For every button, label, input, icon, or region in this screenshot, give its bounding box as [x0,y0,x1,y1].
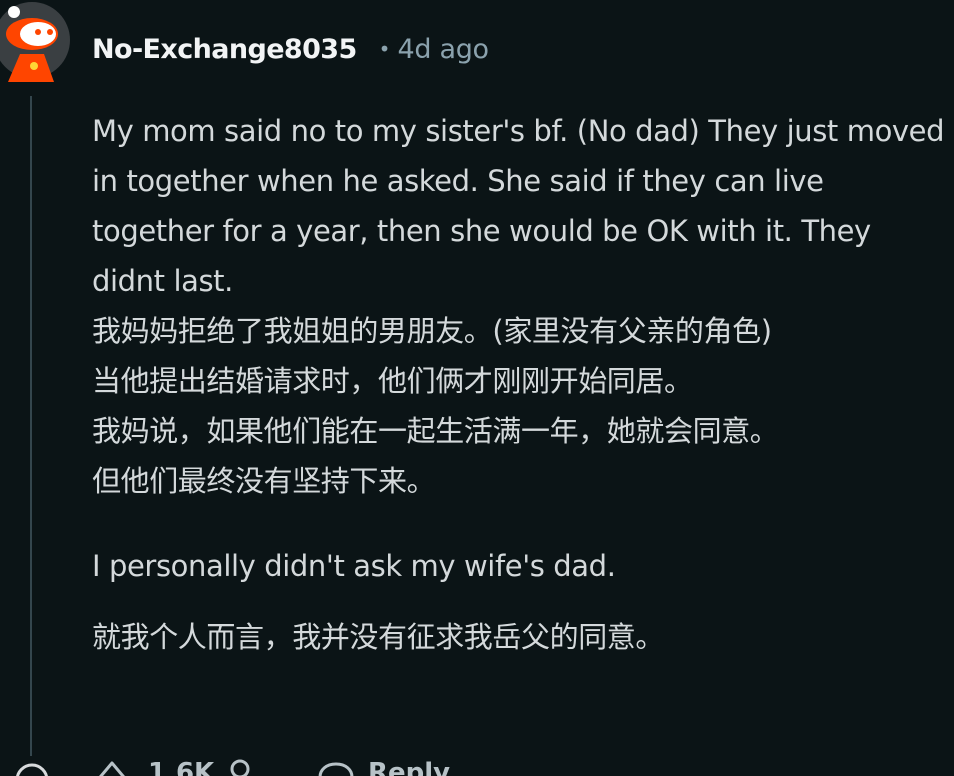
comment-paragraph: 当他提出结婚请求时，他们俩才刚刚开始同居。 [92,364,693,398]
thread-line[interactable] [30,96,32,756]
reply-bubble-icon[interactable] [316,760,356,776]
timestamp[interactable]: 4d ago [397,34,489,65]
username-link[interactable]: No-Exchange8035 [92,34,357,65]
comment-paragraph: I personally didn't ask my wife's dad. [92,549,616,583]
comment-body: My mom said no to my sister's bf. (No da… [92,106,947,662]
snoo-avatar-icon[interactable] [0,0,70,86]
comment: No-Exchange8035 • 4d ago My mom said no … [0,0,954,776]
comment-paragraph: 我妈说，如果他们能在一起生活满一年，她就会同意。 [92,414,779,448]
comment-paragraph: 就我个人而言，我并没有征求我岳父的同意。 [92,620,665,654]
comment-paragraph: 我妈妈拒绝了我姐姐的男朋友。(家里没有父亲的角色) [92,314,772,348]
upvote-arrow-icon[interactable] [92,760,132,776]
award-icon[interactable] [228,758,252,776]
meta-separator: • [378,37,391,61]
comment-paragraph: 但他们最终没有坚持下来。 [92,464,436,498]
comment-action-bar: 1.6K Reply [0,746,954,776]
vote-count: 1.6K [148,758,215,776]
reply-button[interactable]: Reply [368,758,450,776]
comment-paragraph: My mom said no to my sister's bf. (No da… [92,114,945,298]
collapse-circle-icon[interactable] [14,762,50,776]
comment-header: No-Exchange8035 • 4d ago [92,30,489,68]
